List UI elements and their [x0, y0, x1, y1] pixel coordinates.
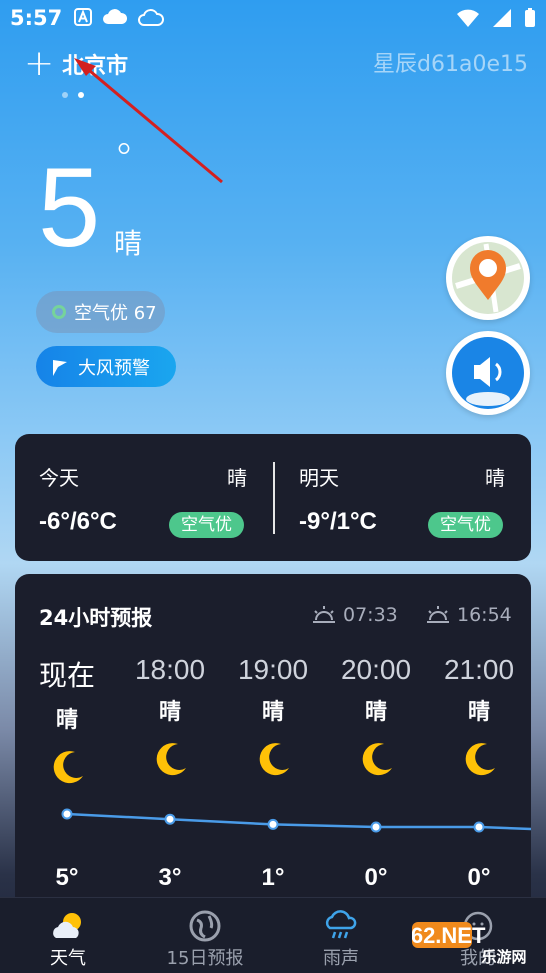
air-quality-badge[interactable]: 空气优 67: [36, 291, 165, 333]
air-quality-text: 空气优 67: [74, 303, 157, 324]
page-dot: [62, 92, 68, 98]
map-button[interactable]: [446, 236, 530, 320]
today-air-badge: 空气优: [169, 512, 244, 538]
weather-voice-button[interactable]: [446, 331, 530, 415]
site-watermark-logo: 962.NET 乐游网: [412, 922, 527, 966]
tab-label: 雨声: [323, 948, 359, 969]
cloud-icon: [103, 9, 128, 24]
temperature-curve: [66, 812, 531, 831]
divider: [273, 462, 275, 534]
location-bar: + 北京市: [24, 46, 128, 82]
tab-weather[interactable]: 天气: [13, 898, 123, 970]
status-time: 5:57: [10, 6, 63, 30]
add-city-button[interactable]: +: [24, 46, 54, 82]
temperature-point: [61, 808, 73, 820]
current-condition: 晴: [114, 227, 143, 260]
notification-a-icon: [74, 8, 92, 26]
today-label: 今天: [39, 466, 79, 490]
tomorrow-air-badge: 空气优: [428, 512, 503, 538]
user-watermark: 星辰d61a0e15: [373, 52, 528, 77]
temperature-point: [370, 821, 382, 833]
tab-label: 天气: [50, 948, 86, 969]
tomorrow-label: 明天: [299, 466, 339, 490]
tab-15day[interactable]: 15日预报: [150, 898, 260, 970]
wind-warning-button[interactable]: 大风预警: [36, 346, 176, 387]
temperature-point: [473, 821, 485, 833]
air-quality-icon: [52, 305, 66, 319]
status-bar: 5:57: [0, 0, 546, 40]
degree-symbol: °: [114, 136, 134, 182]
cloud-outline-icon: [138, 9, 164, 26]
tomorrow-condition: 晴: [485, 466, 505, 490]
weather-icon: [53, 913, 81, 938]
rain-cloud-icon: [325, 910, 357, 939]
temperature-point: [267, 818, 279, 830]
today-range: -6°/6°C: [39, 508, 117, 535]
signal-icon: [493, 9, 511, 27]
flag-icon: [53, 359, 67, 376]
globe-icon: [189, 910, 221, 942]
wind-warning-text: 大风预警: [78, 357, 150, 379]
today-condition: 晴: [227, 466, 247, 490]
page-dot-active: [78, 92, 84, 98]
battery-icon: [525, 8, 535, 27]
tab-rain-sound[interactable]: 雨声: [286, 898, 396, 970]
map-pin-icon: [452, 242, 524, 314]
logo-sub: 乐游网: [481, 948, 526, 966]
current-temperature: 5: [38, 145, 101, 270]
wifi-icon: [457, 9, 479, 27]
temperature-line: [61, 808, 531, 833]
page-indicator: [62, 92, 84, 98]
city-name[interactable]: 北京市: [62, 48, 128, 80]
speaker-icon: [452, 337, 524, 409]
hourly-forecast-card[interactable]: 24小时预报 07:33 16:54 现在晴 5° 18:00 晴 3° 19:00 晴 1°…: [15, 574, 531, 904]
logo-number: 962.NET: [412, 923, 486, 948]
daily-summary-card[interactable]: 今天 晴 -6°/6°C 空气优 明天 晴 -9°/1°C 空气优: [15, 434, 531, 561]
tomorrow-range: -9°/1°C: [299, 508, 377, 535]
tab-label: 15日预报: [166, 948, 244, 969]
temperature-point: [164, 813, 176, 825]
